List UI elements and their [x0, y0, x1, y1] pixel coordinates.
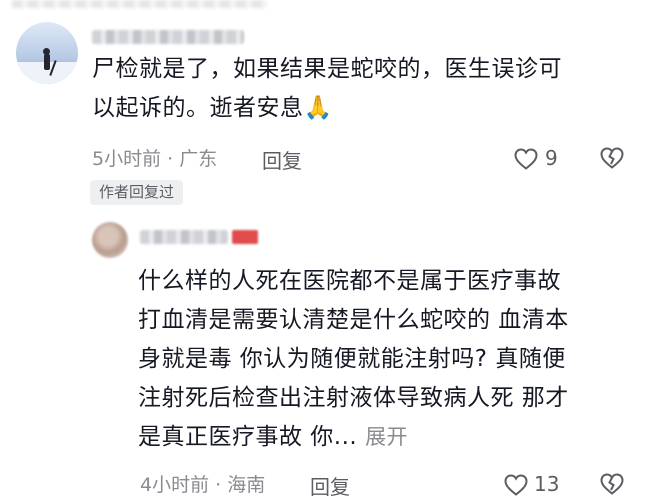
reply-line: 什么样的人死在医院都不是属于医疗事故	[138, 268, 561, 294]
reply-line: 打血清是需要认清楚是什么蛇咬的 血清本	[138, 307, 569, 333]
author-replied-badge: 作者回复过	[90, 180, 184, 205]
reply-button[interactable]: 回复	[262, 145, 302, 174]
heart-outline-icon[interactable]	[504, 474, 528, 496]
replier-avatar[interactable]	[92, 222, 128, 258]
reply-line: 身就是毒 你认为随便就能注射吗? 真随便	[138, 346, 566, 372]
broken-heart-icon[interactable]	[600, 473, 624, 495]
comment-line: 尸检就是了，如果结果是蛇咬的，医生误诊可	[92, 56, 562, 82]
replier-tag-blurred	[232, 230, 258, 244]
blurred-top-text	[12, 0, 267, 8]
comment-line: 以起诉的。逝者安息🙏	[92, 95, 333, 121]
expand-button[interactable]: 展开	[365, 425, 408, 449]
reply-line-text: 是真正医疗事故 你...	[138, 424, 358, 450]
broken-heart-icon[interactable]	[600, 147, 624, 169]
heart-outline-icon[interactable]	[514, 148, 538, 170]
replier-name-blurred[interactable]	[140, 230, 228, 244]
reply-line: 注射死后检查出注射液体导致病人死 那才	[138, 385, 569, 411]
reply-text: 什么样的人死在医院都不是属于医疗事故 打血清是需要认清楚是什么蛇咬的 血清本 身…	[138, 262, 628, 457]
reply-meta: 4小时前 · 海南	[140, 474, 266, 496]
like-count: 13	[534, 472, 560, 496]
commenter-name-blurred[interactable]	[92, 30, 244, 44]
reply-button[interactable]: 回复	[310, 471, 350, 500]
like-count: 9	[545, 146, 558, 170]
commenter-avatar[interactable]	[16, 22, 78, 84]
comment-text: 尸检就是了，如果结果是蛇咬的，医生误诊可 以起诉的。逝者安息🙏	[92, 50, 622, 128]
comment-meta: 5小时前 · 广东	[92, 148, 218, 170]
reply-line: 是真正医疗事故 你... 展开	[138, 418, 628, 457]
